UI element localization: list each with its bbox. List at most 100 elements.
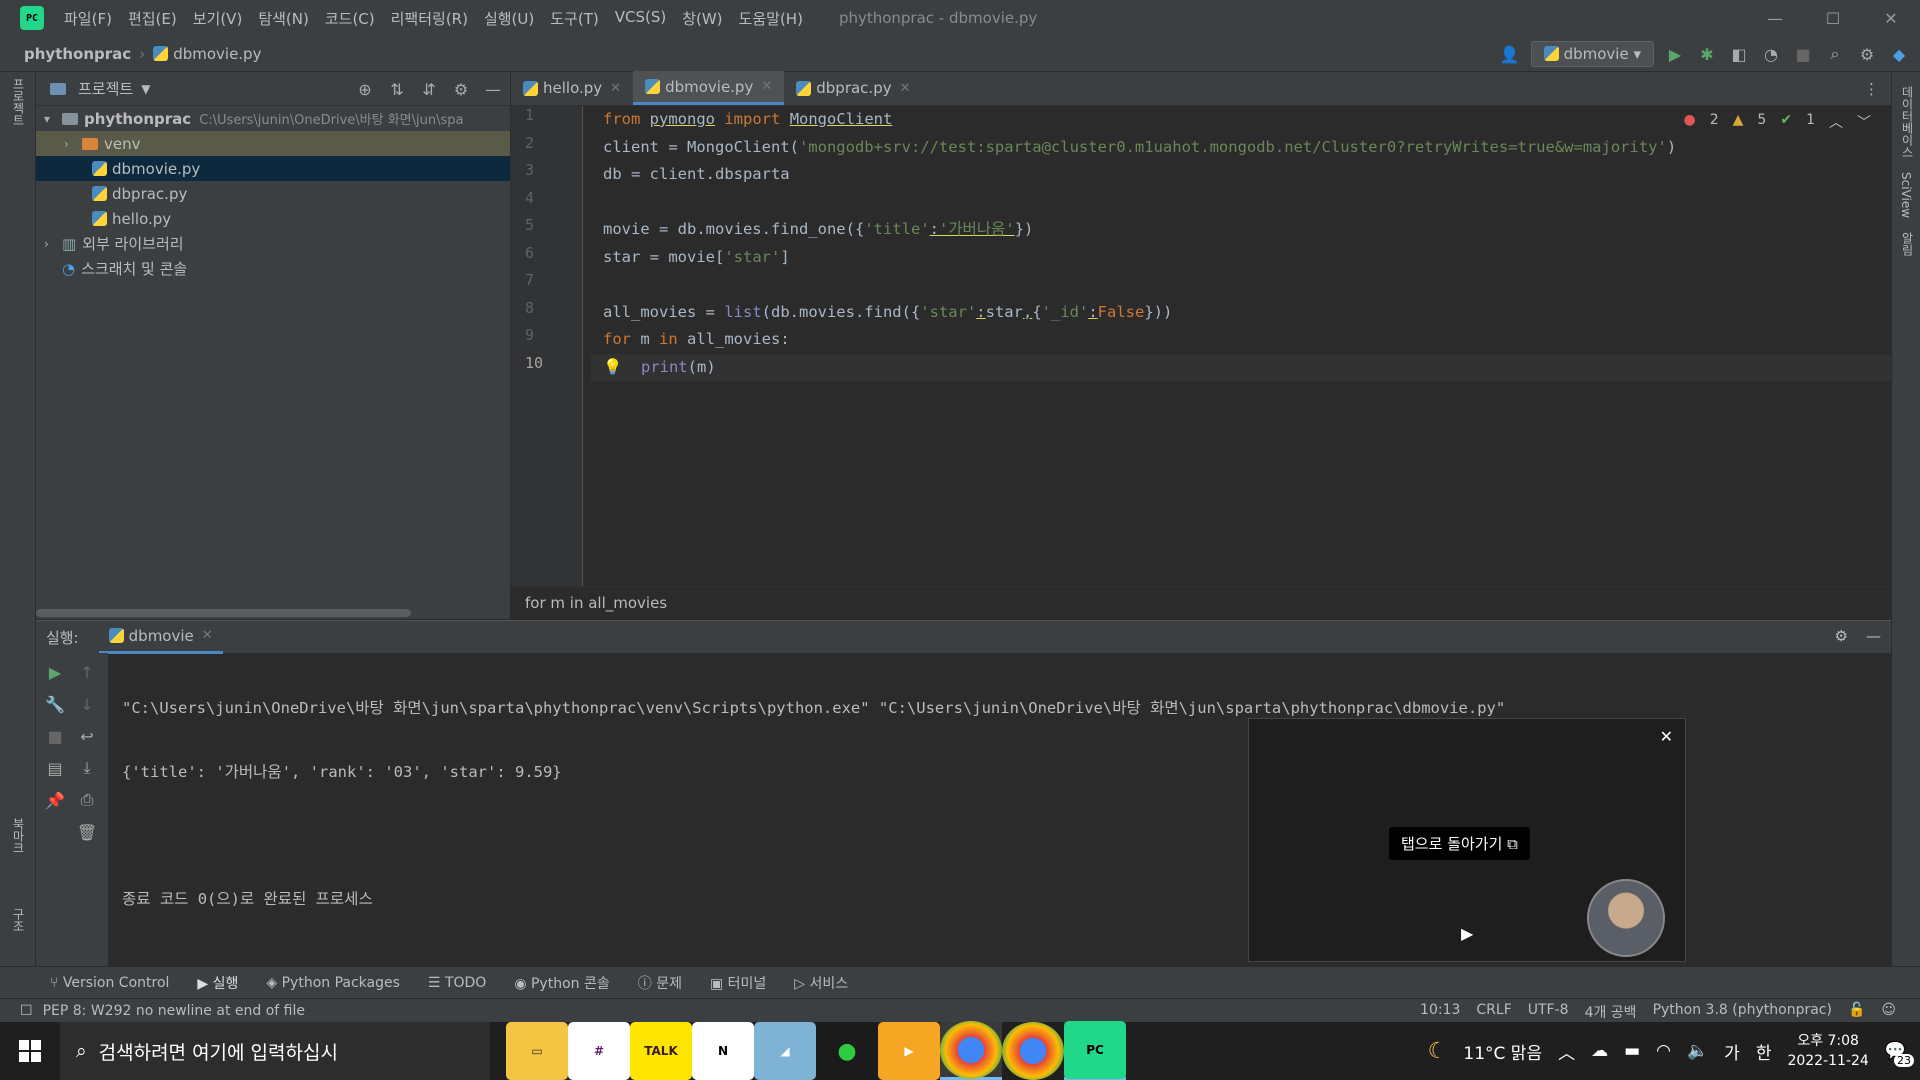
inspector-icon[interactable]: ☺ xyxy=(1881,1002,1896,1022)
menu-view[interactable]: 보기(V) xyxy=(187,5,249,32)
tab-version-control[interactable]: ⑂ Version Control xyxy=(50,975,169,991)
tab-hello[interactable]: hello.py ✕ xyxy=(511,71,633,105)
play-icon[interactable]: ▶ xyxy=(1461,924,1473,943)
structure-tool-button[interactable]: 구조 xyxy=(10,902,27,938)
menu-file[interactable]: 파일(F) xyxy=(58,5,118,32)
tree-root[interactable]: ▾ phythonprac C:\Users\junin\OneDrive\바탕… xyxy=(36,106,510,131)
project-panel-title[interactable]: 프로젝트 xyxy=(78,78,133,99)
chrome-profile-icon[interactable] xyxy=(1002,1022,1064,1080)
menu-refactor[interactable]: 리팩터링(R) xyxy=(385,5,474,32)
notification-center-icon[interactable]: 💬 23 xyxy=(1885,1041,1914,1067)
line-app-icon[interactable]: ● xyxy=(816,1022,878,1080)
layout-icon[interactable]: ▤ xyxy=(44,757,66,779)
settings-gear-icon[interactable]: ⚙ xyxy=(1835,627,1848,645)
menu-tools[interactable]: 도구(T) xyxy=(544,5,604,32)
expand-all-icon[interactable]: ⇅ xyxy=(386,78,408,100)
print-icon[interactable]: ⎙ xyxy=(76,789,98,811)
wifi-icon[interactable]: ◠ xyxy=(1656,1041,1671,1061)
breadcrumb-file[interactable]: dbmovie.py xyxy=(173,45,261,63)
trash-icon[interactable]: 🗑 xyxy=(76,821,98,843)
close-window-button[interactable]: ✕ xyxy=(1862,0,1920,36)
soft-wrap-icon[interactable]: ↩ xyxy=(76,725,98,747)
wrench-icon[interactable]: 🔧 xyxy=(44,693,66,715)
tab-problems[interactable]: ⓘ 문제 xyxy=(638,973,682,993)
rerun-icon[interactable]: ▶ xyxy=(44,661,66,683)
tree-item-external-libs[interactable]: › ▥ 외부 라이브러리 xyxy=(36,231,510,256)
maximize-button[interactable]: ☐ xyxy=(1804,0,1862,36)
chevron-down-icon[interactable]: ▾ xyxy=(44,112,62,126)
menu-navigate[interactable]: 탐색(N) xyxy=(252,5,315,32)
jetbrains-icon[interactable]: ◆ xyxy=(1888,43,1910,65)
ime-mode-2[interactable]: 한 xyxy=(1756,1039,1772,1064)
pycharm-taskbar-icon[interactable]: PC xyxy=(1064,1020,1126,1080)
volume-icon[interactable]: 🔈 xyxy=(1687,1041,1708,1061)
sciview-tool-button[interactable]: SciView xyxy=(1899,172,1913,218)
bookmarks-tool-button[interactable]: 북마크 xyxy=(10,812,27,860)
battery-icon[interactable]: ▬ xyxy=(1624,1041,1640,1061)
debug-icon[interactable]: ✱ xyxy=(1696,43,1718,65)
picture-in-picture-window[interactable]: ✕ 탭으로 돌아가기 ⧉ ▶ xyxy=(1248,718,1686,962)
menu-code[interactable]: 코드(C) xyxy=(319,5,381,32)
stop-icon[interactable]: ■ xyxy=(1792,43,1814,65)
code-editor[interactable]: from pymongo import MongoClient client =… xyxy=(591,106,1891,586)
lock-icon[interactable]: 🔓 xyxy=(1848,1002,1865,1022)
chevron-right-icon[interactable]: › xyxy=(44,237,62,251)
taskbar-search-box[interactable]: ⌕ 검색하려면 여기에 입력하십시 xyxy=(60,1022,490,1080)
tab-dbmovie[interactable]: dbmovie.py ✕ xyxy=(633,71,785,105)
arrow-down-icon[interactable]: ↓ xyxy=(76,693,98,715)
lightbulb-icon[interactable]: 💡 xyxy=(603,358,622,376)
close-tab-icon[interactable]: ✕ xyxy=(610,81,621,96)
file-explorer-icon[interactable]: ▭ xyxy=(506,1022,568,1080)
close-tab-icon[interactable]: ✕ xyxy=(900,81,911,96)
notifications-tool-button[interactable]: 알림 xyxy=(1899,232,1916,256)
chrome-icon[interactable] xyxy=(940,1020,1002,1080)
collapse-all-icon[interactable]: ⇵ xyxy=(418,78,440,100)
back-to-tab-button[interactable]: 탭으로 돌아가기 ⧉ xyxy=(1389,827,1530,860)
menu-vcs[interactable]: VCS(S) xyxy=(609,5,672,32)
menu-edit[interactable]: 편집(E) xyxy=(122,5,183,32)
tree-item-venv[interactable]: › venv xyxy=(36,131,510,156)
editor-breadcrumb-item[interactable]: for m in all_movies xyxy=(525,594,667,612)
onedrive-icon[interactable]: ☁ xyxy=(1591,1041,1608,1061)
slack-icon[interactable]: # xyxy=(568,1022,630,1080)
kakaotalk-icon[interactable]: TALK xyxy=(630,1022,692,1080)
chevron-up-icon[interactable]: ︿ xyxy=(1558,1039,1575,1064)
windows-start-icon[interactable] xyxy=(0,1022,60,1080)
database-tool-button[interactable]: 데이터베이스 xyxy=(1899,86,1916,158)
chevron-up-icon[interactable]: ︿ xyxy=(1829,112,1843,132)
tree-item-dbmovie[interactable]: dbmovie.py xyxy=(36,156,510,181)
file-encoding[interactable]: UTF-8 xyxy=(1528,1002,1569,1022)
tab-services[interactable]: ▷ 서비스 xyxy=(794,973,848,993)
chat-app-icon[interactable]: ▶ xyxy=(878,1022,940,1080)
tree-item-scratches[interactable]: ◔ 스크래치 및 콘솔 xyxy=(36,256,510,281)
horizontal-scrollbar[interactable] xyxy=(36,609,411,617)
more-tabs-icon[interactable]: ⋮ xyxy=(1864,80,1879,98)
run-icon[interactable]: ▶ xyxy=(1664,43,1686,65)
options-gear-icon[interactable]: ⚙ xyxy=(450,78,472,100)
close-icon[interactable]: ✕ xyxy=(1660,727,1673,746)
cursor-position[interactable]: 10:13 xyxy=(1420,1002,1460,1022)
indent-setting[interactable]: 4개 공백 xyxy=(1585,1002,1637,1022)
close-tab-icon[interactable]: ✕ xyxy=(761,79,772,94)
python-interpreter[interactable]: Python 3.8 (phythonprac) xyxy=(1653,1002,1832,1022)
inspection-widget[interactable]: ● 2 ▲ 5 ✔ 1 ︿ ﹀ xyxy=(1684,112,1872,132)
tab-run[interactable]: ▶ 실행 xyxy=(197,973,238,993)
hide-panel-icon[interactable]: — xyxy=(1866,627,1881,645)
arrow-up-icon[interactable]: ↑ xyxy=(76,661,98,683)
profile-icon[interactable]: ◔ xyxy=(1760,43,1782,65)
line-separator[interactable]: CRLF xyxy=(1476,1002,1511,1022)
minimize-button[interactable]: — xyxy=(1746,0,1804,36)
hide-panel-icon[interactable]: — xyxy=(482,78,504,100)
chevron-down-icon[interactable]: ▼ xyxy=(141,82,150,96)
run-tab-dbmovie[interactable]: dbmovie ✕ xyxy=(98,621,223,654)
notes-app-icon[interactable]: ◢ xyxy=(754,1022,816,1080)
pin-icon[interactable]: 📌 xyxy=(44,789,66,811)
menu-run[interactable]: 실행(U) xyxy=(478,5,540,32)
search-icon[interactable]: ⌕ xyxy=(1824,43,1846,65)
panel-toggle-icon[interactable]: ☐ xyxy=(20,1003,33,1019)
user-icon[interactable]: 👤 xyxy=(1499,43,1521,65)
tab-python-packages[interactable]: ◈ Python Packages xyxy=(266,975,400,991)
scroll-to-end-icon[interactable]: ⤓ xyxy=(76,757,98,779)
tree-item-hello[interactable]: hello.py xyxy=(36,206,510,231)
close-tab-icon[interactable]: ✕ xyxy=(202,628,213,643)
